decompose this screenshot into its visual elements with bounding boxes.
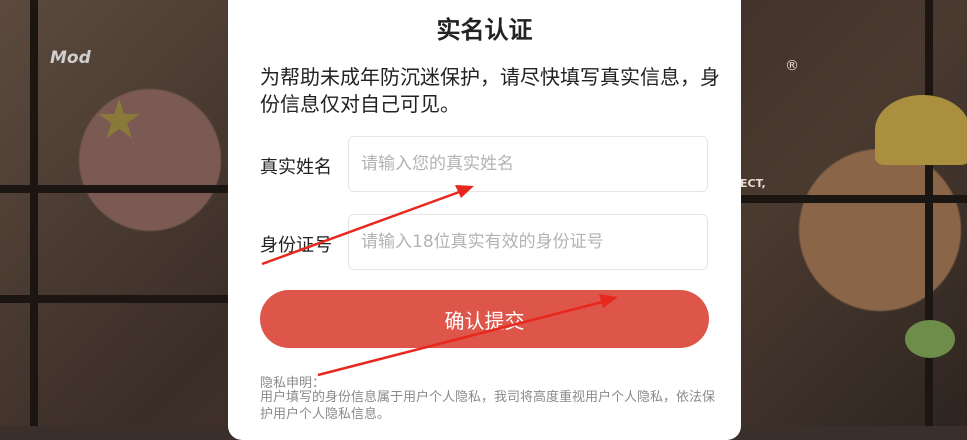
real-name-verification-dialog: 实名认证 为帮助未成年防沉迷保护，请尽快填写真实信息，身份信息仅对自己可见。 真… [228,0,741,440]
submit-button[interactable]: 确认提交 [260,290,709,348]
bg-partial-text: ECT, [740,177,766,190]
bg-character-hat [875,95,967,165]
name-label: 真实姓名 [260,157,332,178]
id-number-input[interactable] [348,214,708,270]
mod-logo: Mod [50,48,91,68]
bg-frame-line [925,0,933,426]
registered-mark: ® [785,58,799,74]
real-name-input[interactable] [348,136,708,192]
dialog-title: 实名认证 [436,16,533,44]
bg-frame-line [30,0,38,426]
star-icon: ★ [95,88,144,151]
bg-frog [905,320,955,358]
id-label: 身份证号 [260,235,332,256]
bg-frame-line [741,195,967,203]
intro-text: 为帮助未成年防沉迷保护，请尽快填写真实信息，身份信息仅对自己可见。 [260,65,720,116]
privacy-text: 用户填写的身份信息属于用户个人隐私，我司将高度重视用户个人隐私，依法保护用户个人… [260,390,716,422]
